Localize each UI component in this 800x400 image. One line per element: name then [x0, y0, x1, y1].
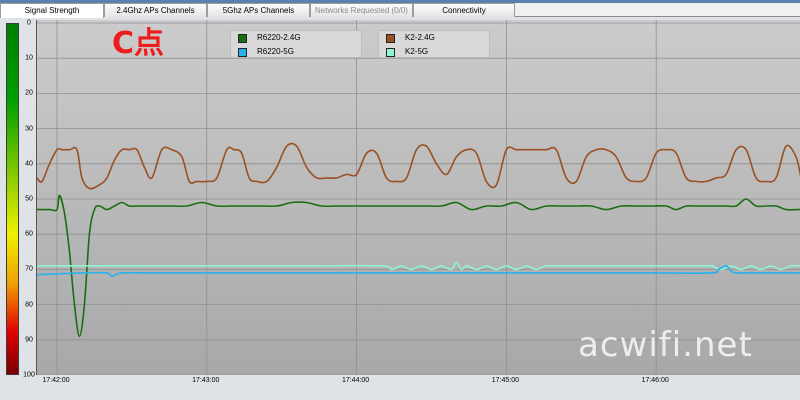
y-tick-label: 20	[25, 89, 33, 97]
legend-swatch-r6220-5g	[238, 48, 247, 57]
y-tick-label: 80	[25, 301, 33, 309]
y-tick-label: 70	[25, 265, 33, 273]
y-tick-label: 0	[27, 19, 31, 27]
legend-label-k2-5g: K2-5G	[405, 47, 429, 56]
legend-label-r6220-24g: R6220-2.4G	[257, 33, 301, 42]
y-tick-label: 60	[25, 230, 33, 238]
y-tick-label: 10	[25, 54, 33, 62]
y-tick-label: 100	[23, 371, 35, 379]
signal-strength-color-scale	[6, 23, 19, 375]
tab-bar: Signal Strength 2.4Ghz APs Channels 5Ghz…	[0, 3, 800, 18]
y-tick-label: 40	[25, 160, 33, 168]
legend-label-r6220-5g: R6220-5G	[257, 47, 294, 56]
signal-strength-plot	[36, 20, 800, 375]
point-annotation: C点	[112, 26, 165, 61]
series-line-k2-2-4g	[37, 142, 800, 190]
tab-5ghz-aps-channels[interactable]: 5Ghz APs Channels	[207, 3, 310, 17]
x-tick-label: 17:46:00	[641, 377, 669, 384]
legend-item-k2-24g: K2-2.4G	[379, 31, 489, 45]
x-tick-label: 17:42:00	[42, 377, 70, 384]
legend-box-k2: K2-2.4G K2-5G	[378, 30, 490, 58]
x-tick-label: 17:45:00	[491, 377, 519, 384]
legend-item-r6220-5g: R6220-5G	[231, 45, 361, 59]
y-tick-label: 90	[25, 336, 33, 344]
legend-label-k2-24g: K2-2.4G	[405, 33, 435, 42]
y-tick-label: 30	[25, 125, 33, 133]
watermark: acwifi.net	[578, 325, 753, 365]
series-line-k2-5g	[37, 261, 800, 271]
legend-item-k2-5g: K2-5G	[379, 45, 489, 59]
legend-swatch-r6220-24g	[238, 34, 247, 43]
x-tick-label: 17:44:00	[341, 377, 370, 384]
legend-item-r6220-24g: R6220-2.4G	[231, 31, 361, 45]
tab-signal-strength[interactable]: Signal Strength	[0, 3, 104, 18]
legend-swatch-k2-24g	[386, 34, 395, 43]
legend-swatch-k2-5g	[386, 48, 395, 57]
legend-box-r6220: R6220-2.4G R6220-5G	[230, 30, 362, 58]
y-tick-label: 50	[25, 195, 33, 203]
tab-24ghz-aps-channels[interactable]: 2.4Ghz APs Channels	[104, 3, 207, 17]
x-tick-label: 17:43:00	[192, 377, 220, 384]
signal-chart-svg	[37, 20, 800, 375]
tab-connectivity[interactable]: Connectivity	[413, 3, 515, 17]
tab-networks-requested: Networks Requested (0/0)	[310, 3, 413, 17]
